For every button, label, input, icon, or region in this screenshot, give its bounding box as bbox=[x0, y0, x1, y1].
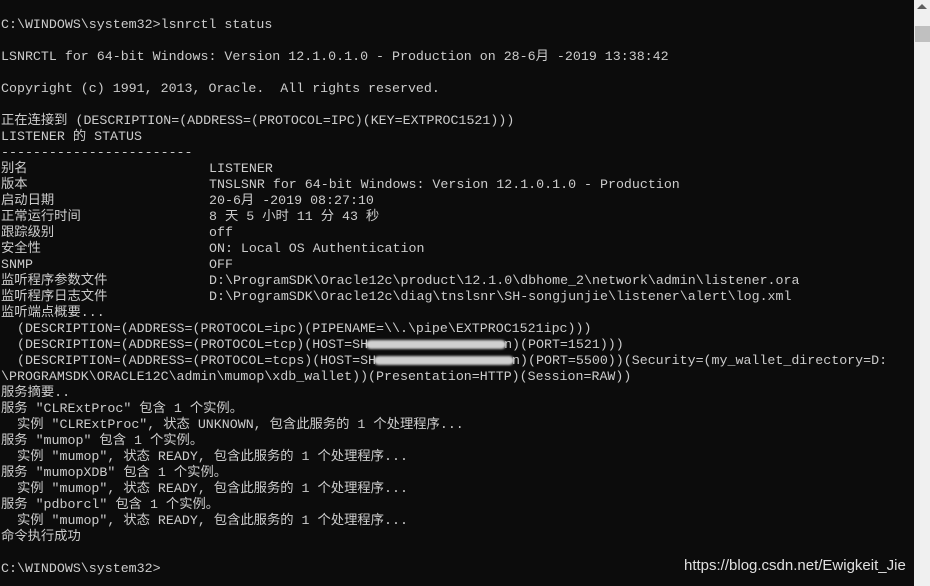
vertical-scrollbar[interactable] bbox=[914, 0, 930, 586]
version-line: LSNRCTL for 64-bit Windows: Version 12.1… bbox=[1, 49, 669, 64]
instance-line: 实例 "mumop", 状态 READY, 包含此服务的 1 个处理程序... bbox=[1, 513, 408, 528]
status-label: 监听程序日志文件 bbox=[1, 289, 108, 304]
instance-line: 实例 "mumop", 状态 READY, 包含此服务的 1 个处理程序... bbox=[1, 449, 408, 464]
status-label: 安全性 bbox=[1, 241, 41, 256]
endpoints-heading: 监听端点概要... bbox=[1, 305, 105, 320]
status-value: D:\ProgramSDK\Oracle12c\product\12.1.0\d… bbox=[209, 273, 800, 288]
status-value: TNSLSNR for 64-bit Windows: Version 12.1… bbox=[209, 177, 680, 192]
status-value: 8 天 5 小时 11 分 43 秒 bbox=[209, 209, 380, 224]
endpoint-text: (DESCRIPTION=(ADDRESS=(PROTOCOL=tcp)(HOS… bbox=[1, 337, 369, 352]
service-line: 服务 "CLRExtProc" 包含 1 个实例。 bbox=[1, 401, 244, 416]
command-line: C:\WINDOWS\system32>lsnrctl status bbox=[1, 17, 273, 32]
status-label: 正常运行时间 bbox=[1, 209, 81, 224]
status-value: OFF bbox=[209, 257, 233, 272]
status-label: 版本 bbox=[1, 177, 28, 192]
endpoint-tcps-continued: \PROGRAMSDK\ORACLE12C\admin\mumop\xdb_wa… bbox=[1, 369, 632, 384]
status-row-snmp: SNMP OFF bbox=[1, 257, 233, 273]
success-line: 命令执行成功 bbox=[1, 529, 81, 544]
endpoint-text: n)(PORT=5500))(Security=(my_wallet_direc… bbox=[512, 353, 888, 368]
status-heading: LISTENER 的 STATUS bbox=[1, 129, 142, 144]
status-row-log-file: 监听程序日志文件 D:\ProgramSDK\Oracle12c\diag\tns… bbox=[1, 289, 792, 305]
watermark: https://blog.csdn.net/Ewigkeit_Jie bbox=[684, 557, 906, 574]
status-row-alias: 别名 LISTENER bbox=[1, 161, 273, 177]
copyright-line: Copyright (c) 1991, 2013, Oracle. All ri… bbox=[1, 81, 440, 96]
console-output[interactable]: C:\WINDOWS\system32>lsnrctl status LSNRC… bbox=[0, 0, 914, 586]
scrollbar-thumb[interactable] bbox=[915, 26, 930, 42]
endpoint-tcp: (DESCRIPTION=(ADDRESS=(PROTOCOL=tcp)(HOS… bbox=[1, 337, 624, 353]
services-heading: 服务摘要.. bbox=[1, 385, 71, 400]
status-row-parameter-file: 监听程序参数文件 D:\ProgramSDK\Oracle12c\product\… bbox=[1, 273, 799, 289]
connecting-line: 正在连接到 (DESCRIPTION=(ADDRESS=(PROTOCOL=IP… bbox=[1, 113, 515, 128]
status-label: SNMP bbox=[1, 257, 33, 272]
status-row-start-date: 启动日期 20-6月 -2019 08:27:10 bbox=[1, 193, 374, 209]
service-line: 服务 "pdborcl" 包含 1 个实例。 bbox=[1, 497, 220, 512]
status-value: 20-6月 -2019 08:27:10 bbox=[209, 193, 374, 208]
status-row-uptime: 正常运行时间 8 天 5 小时 11 分 43 秒 bbox=[1, 209, 379, 225]
redacted-host bbox=[366, 339, 507, 349]
status-label: 跟踪级别 bbox=[1, 225, 55, 240]
service-line: 服务 "mumop" 包含 1 个实例。 bbox=[1, 433, 204, 448]
status-label: 别名 bbox=[1, 161, 28, 176]
prompt-line[interactable]: C:\WINDOWS\system32> bbox=[1, 561, 161, 577]
status-value: LISTENER bbox=[209, 161, 273, 176]
status-value: ON: Local OS Authentication bbox=[209, 241, 425, 256]
status-row-trace-level: 跟踪级别 off bbox=[1, 225, 233, 241]
endpoint-ipc: (DESCRIPTION=(ADDRESS=(PROTOCOL=ipc)(PIP… bbox=[1, 321, 592, 336]
scroll-up-arrow-icon[interactable] bbox=[917, 4, 927, 9]
service-line: 服务 "mumopXDB" 包含 1 个实例。 bbox=[1, 465, 228, 480]
endpoint-tcps: (DESCRIPTION=(ADDRESS=(PROTOCOL=tcps)(HO… bbox=[1, 353, 887, 369]
separator-line: ------------------------ bbox=[1, 145, 193, 160]
redacted-host bbox=[374, 355, 515, 365]
status-value: D:\ProgramSDK\Oracle12c\diag\tnslsnr\SH-… bbox=[209, 289, 792, 304]
endpoint-text: n)(PORT=1521))) bbox=[504, 337, 624, 352]
status-value: off bbox=[209, 225, 233, 240]
endpoint-text: (DESCRIPTION=(ADDRESS=(PROTOCOL=tcps)(HO… bbox=[1, 353, 377, 368]
status-label: 监听程序参数文件 bbox=[1, 273, 108, 288]
instance-line: 实例 "CLRExtProc", 状态 UNKNOWN, 包含此服务的 1 个处… bbox=[1, 417, 464, 432]
status-row-security: 安全性 ON: Local OS Authentication bbox=[1, 241, 424, 257]
status-label: 启动日期 bbox=[1, 193, 55, 208]
status-row-version: 版本 TNSLSNR for 64-bit Windows: Version 12… bbox=[1, 177, 680, 193]
instance-line: 实例 "mumop", 状态 READY, 包含此服务的 1 个处理程序... bbox=[1, 481, 408, 496]
